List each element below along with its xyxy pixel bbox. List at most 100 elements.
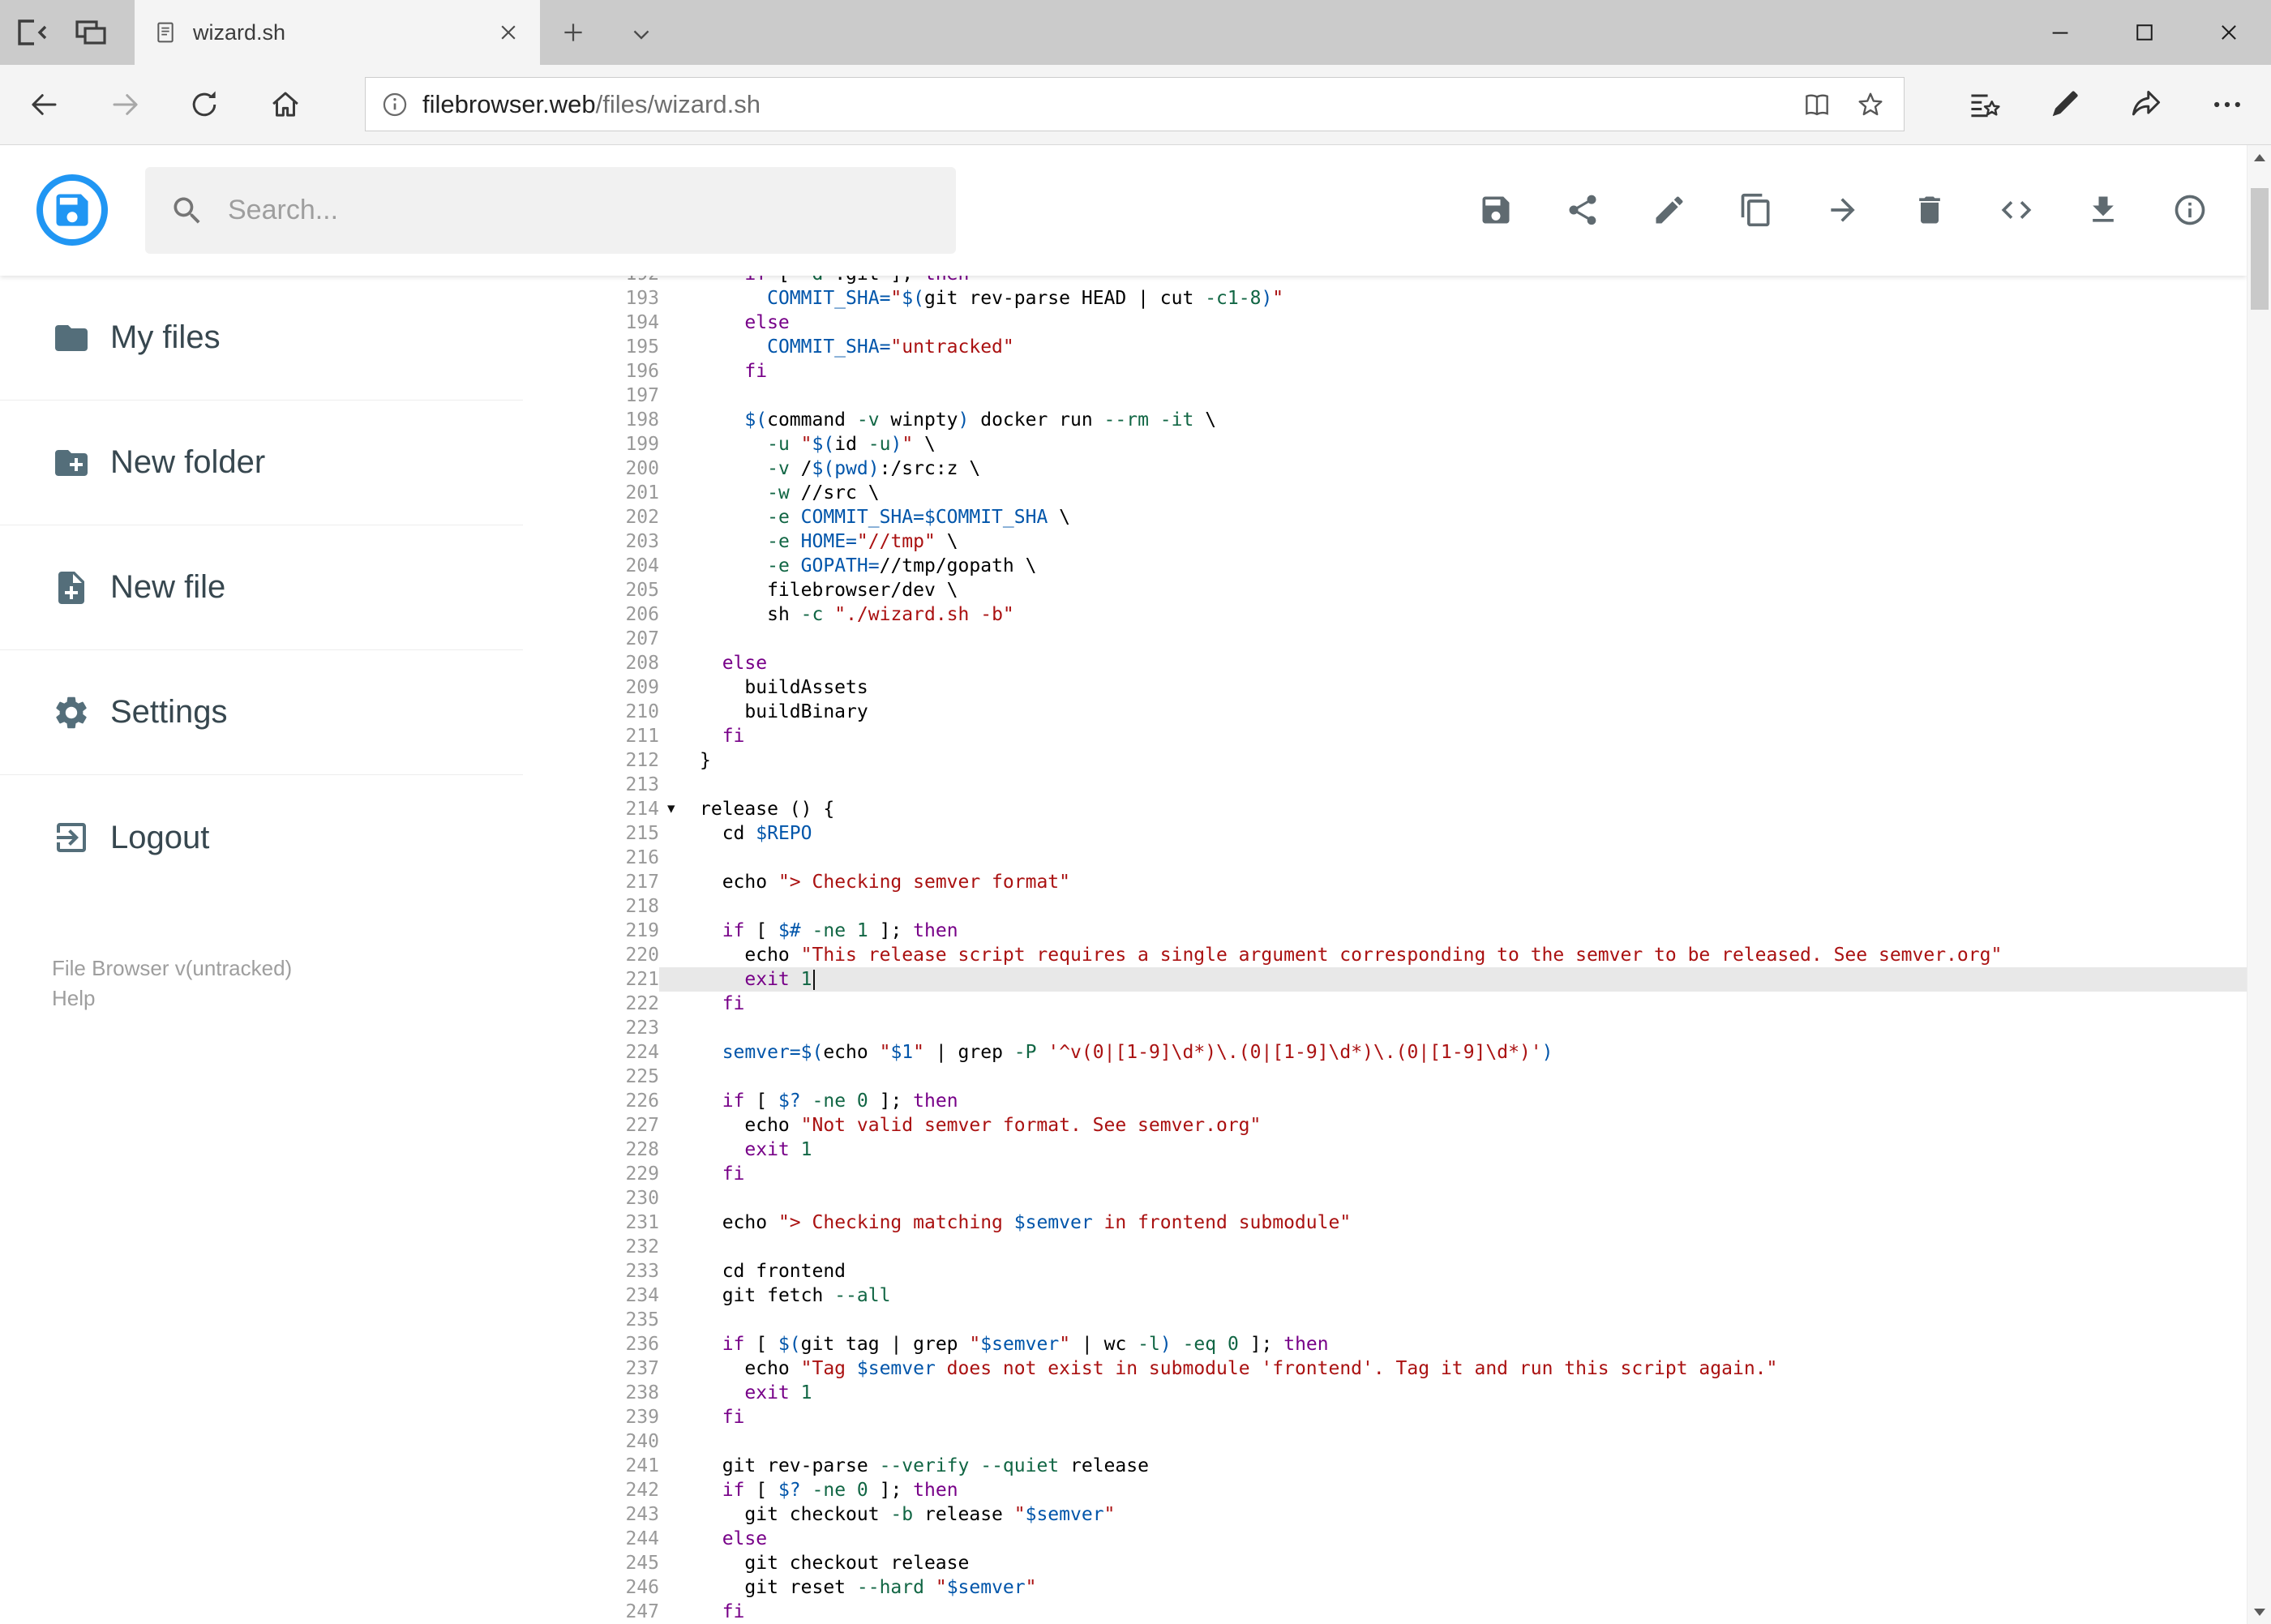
code-line-200[interactable]: 200 -v /$(pwd):/src:z \ bbox=[523, 456, 2247, 481]
code-line-text[interactable]: semver=$(echo "$1" | grep -P '^v(0|[1-9]… bbox=[659, 1040, 2247, 1065]
code-line-text[interactable] bbox=[659, 1429, 2247, 1454]
code-line-211[interactable]: 211 fi bbox=[523, 724, 2247, 748]
maximize-button[interactable] bbox=[2102, 0, 2187, 65]
code-line-194[interactable]: 194 else bbox=[523, 311, 2247, 335]
code-line-209[interactable]: 209 buildAssets bbox=[523, 675, 2247, 700]
code-line-206[interactable]: 206 sh -c "./wizard.sh -b" bbox=[523, 602, 2247, 627]
tab-preview-icon[interactable] bbox=[71, 13, 110, 52]
code-line-202[interactable]: 202 -e COMMIT_SHA=$COMMIT_SHA \ bbox=[523, 505, 2247, 529]
refresh-icon[interactable] bbox=[187, 88, 221, 122]
page-scrollbar[interactable] bbox=[2247, 145, 2271, 1624]
code-line-text[interactable]: cd frontend bbox=[659, 1259, 2247, 1283]
scroll-down-icon[interactable] bbox=[2247, 1600, 2271, 1624]
code-line-text[interactable]: fi bbox=[659, 724, 2247, 748]
sidebar-item-new-file[interactable]: New file bbox=[0, 525, 523, 650]
code-line-text[interactable]: cd $REPO bbox=[659, 821, 2247, 846]
code-line-text[interactable] bbox=[659, 894, 2247, 919]
code-line-214[interactable]: 214 ▾ release () { bbox=[523, 797, 2247, 821]
code-line-243[interactable]: 243 git checkout -b release "$semver" bbox=[523, 1502, 2247, 1527]
code-line-text[interactable] bbox=[659, 1186, 2247, 1211]
code-line-text[interactable]: if [ $? -ne 0 ]; then bbox=[659, 1089, 2247, 1113]
minimize-button[interactable] bbox=[2018, 0, 2102, 65]
search-input[interactable] bbox=[226, 194, 932, 227]
copy-button[interactable] bbox=[1738, 192, 1774, 228]
code-line-text[interactable] bbox=[659, 1065, 2247, 1089]
code-line-229[interactable]: 229 fi bbox=[523, 1162, 2247, 1186]
edit-button[interactable] bbox=[1652, 192, 1687, 228]
code-line-text[interactable]: git checkout release bbox=[659, 1551, 2247, 1575]
code-line-text[interactable] bbox=[659, 384, 2247, 408]
code-line-235[interactable]: 235 bbox=[523, 1308, 2247, 1332]
code-line-text[interactable]: -w //src \ bbox=[659, 481, 2247, 505]
code-line-text[interactable]: ▾ release () { bbox=[659, 797, 2247, 821]
code-line-text[interactable]: git checkout -b release "$semver" bbox=[659, 1502, 2247, 1527]
move-button[interactable] bbox=[1825, 192, 1861, 228]
share-button[interactable] bbox=[1565, 192, 1600, 228]
code-line-198[interactable]: 198 $(command -v winpty) docker run --rm… bbox=[523, 408, 2247, 432]
code-line-221[interactable]: 221 exit 1 bbox=[523, 967, 2247, 992]
set-tabs-aside-icon[interactable] bbox=[13, 13, 52, 52]
code-line-text[interactable]: -e GOPATH=//tmp/gopath \ bbox=[659, 554, 2247, 578]
search-bar[interactable] bbox=[145, 167, 956, 254]
help-link[interactable]: Help bbox=[52, 983, 523, 1013]
code-line-text[interactable] bbox=[659, 773, 2247, 797]
code-line-223[interactable]: 223 bbox=[523, 1016, 2247, 1040]
code-line-text[interactable] bbox=[659, 846, 2247, 870]
code-line-237[interactable]: 237 echo "Tag $semver does not exist in … bbox=[523, 1356, 2247, 1381]
code-line-201[interactable]: 201 -w //src \ bbox=[523, 481, 2247, 505]
code-line-220[interactable]: 220 echo "This release script requires a… bbox=[523, 943, 2247, 967]
code-line-text[interactable]: -e COMMIT_SHA=$COMMIT_SHA \ bbox=[659, 505, 2247, 529]
code-line-text[interactable]: echo "> Checking semver format" bbox=[659, 870, 2247, 894]
info-button[interactable] bbox=[2172, 192, 2208, 228]
code-line-text[interactable]: fi bbox=[659, 359, 2247, 384]
code-line-207[interactable]: 207 bbox=[523, 627, 2247, 651]
code-line-227[interactable]: 227 echo "Not valid semver format. See s… bbox=[523, 1113, 2247, 1138]
code-line-text[interactable]: sh -c "./wizard.sh -b" bbox=[659, 602, 2247, 627]
download-button[interactable] bbox=[2085, 192, 2121, 228]
code-line-text[interactable]: -u "$(id -u)" \ bbox=[659, 432, 2247, 456]
code-line-225[interactable]: 225 bbox=[523, 1065, 2247, 1089]
code-line-193[interactable]: 193 COMMIT_SHA="$(git rev-parse HEAD | c… bbox=[523, 286, 2247, 311]
scrollbar-thumb[interactable] bbox=[2251, 188, 2269, 310]
code-line-231[interactable]: 231 echo "> Checking matching $semver in… bbox=[523, 1211, 2247, 1235]
back-icon[interactable] bbox=[27, 88, 61, 122]
delete-button[interactable] bbox=[1912, 192, 1947, 228]
code-line-text[interactable]: fi bbox=[659, 1405, 2247, 1429]
code-line-240[interactable]: 240 bbox=[523, 1429, 2247, 1454]
address-bar[interactable]: filebrowser.web/files/wizard.sh bbox=[365, 77, 1905, 131]
site-info-icon[interactable] bbox=[380, 90, 409, 119]
code-line-232[interactable]: 232 bbox=[523, 1235, 2247, 1259]
code-line-text[interactable]: COMMIT_SHA="untracked" bbox=[659, 335, 2247, 359]
code-line-text[interactable]: } bbox=[659, 748, 2247, 773]
code-line-text[interactable]: fi bbox=[659, 1600, 2247, 1624]
code-line-text[interactable]: git fetch --all bbox=[659, 1283, 2247, 1308]
code-line-242[interactable]: 242 if [ $? -ne 0 ]; then bbox=[523, 1478, 2247, 1502]
code-line-219[interactable]: 219 if [ $# -ne 1 ]; then bbox=[523, 919, 2247, 943]
code-line-244[interactable]: 244 else bbox=[523, 1527, 2247, 1551]
new-tab-button[interactable] bbox=[559, 19, 587, 46]
code-line-text[interactable]: else bbox=[659, 651, 2247, 675]
home-icon[interactable] bbox=[268, 88, 302, 122]
code-line-text[interactable]: git reset --hard "$semver" bbox=[659, 1575, 2247, 1600]
code-line-236[interactable]: 236 if [ $(git tag | grep "$semver" | wc… bbox=[523, 1332, 2247, 1356]
code-line-text[interactable]: buildBinary bbox=[659, 700, 2247, 724]
code-line-text[interactable]: echo "Tag $semver does not exist in subm… bbox=[659, 1356, 2247, 1381]
close-button[interactable] bbox=[2187, 0, 2271, 65]
code-line-199[interactable]: 199 -u "$(id -u)" \ bbox=[523, 432, 2247, 456]
code-line-text[interactable] bbox=[659, 1016, 2247, 1040]
code-line-234[interactable]: 234 git fetch --all bbox=[523, 1283, 2247, 1308]
code-line-text[interactable]: if [ $(git tag | grep "$semver" | wc -l)… bbox=[659, 1332, 2247, 1356]
browser-tab[interactable]: wizard.sh bbox=[135, 0, 540, 65]
code-line-210[interactable]: 210 buildBinary bbox=[523, 700, 2247, 724]
code-line-247[interactable]: 247 fi bbox=[523, 1600, 2247, 1624]
code-line-217[interactable]: 217 echo "> Checking semver format" bbox=[523, 870, 2247, 894]
code-line-238[interactable]: 238 exit 1 bbox=[523, 1381, 2247, 1405]
code-line-text[interactable]: $(command -v winpty) docker run --rm -it… bbox=[659, 408, 2247, 432]
code-line-text[interactable]: else bbox=[659, 311, 2247, 335]
favorite-star-icon[interactable] bbox=[1855, 89, 1886, 120]
code-line-text[interactable] bbox=[659, 627, 2247, 651]
code-line-213[interactable]: 213 bbox=[523, 773, 2247, 797]
code-line-212[interactable]: 212} bbox=[523, 748, 2247, 773]
code-line-196[interactable]: 196 fi bbox=[523, 359, 2247, 384]
filebrowser-logo[interactable] bbox=[33, 171, 111, 249]
